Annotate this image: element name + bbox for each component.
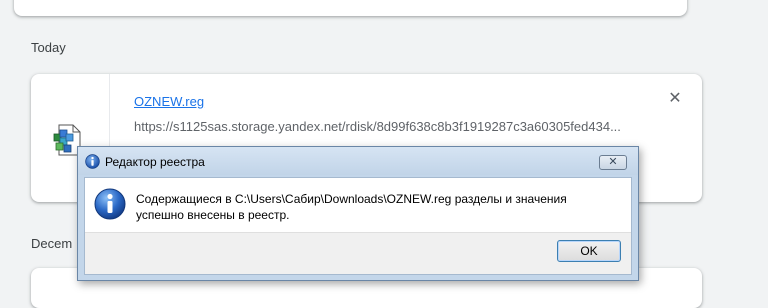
remove-download-button[interactable]: ✕ <box>667 91 683 107</box>
date-header-today: Today <box>31 40 66 55</box>
date-header-december: Decem <box>31 236 73 251</box>
download-file-link[interactable]: OZNEW.reg <box>134 94 204 109</box>
download-source-url[interactable]: https://s1125sas.storage.yandex.net/rdis… <box>134 119 621 134</box>
info-icon <box>85 154 100 169</box>
dialog-button-bar: OK <box>85 232 631 274</box>
previous-download-card <box>14 0 687 16</box>
registry-editor-dialog: Редактор реестра ✕ Содержащиеся в C:\Use… <box>77 146 639 281</box>
dialog-title: Редактор реестра <box>105 155 205 169</box>
dialog-titlebar[interactable]: Редактор реестра ✕ <box>78 147 638 175</box>
info-icon <box>94 188 126 220</box>
dialog-message: Содержащиеся в C:\Users\Сабир\Downloads\… <box>136 192 567 222</box>
ok-button[interactable]: OK <box>557 240 621 262</box>
dialog-close-button[interactable]: ✕ <box>599 155 627 170</box>
dialog-content: Содержащиеся в C:\Users\Сабир\Downloads\… <box>84 177 632 275</box>
